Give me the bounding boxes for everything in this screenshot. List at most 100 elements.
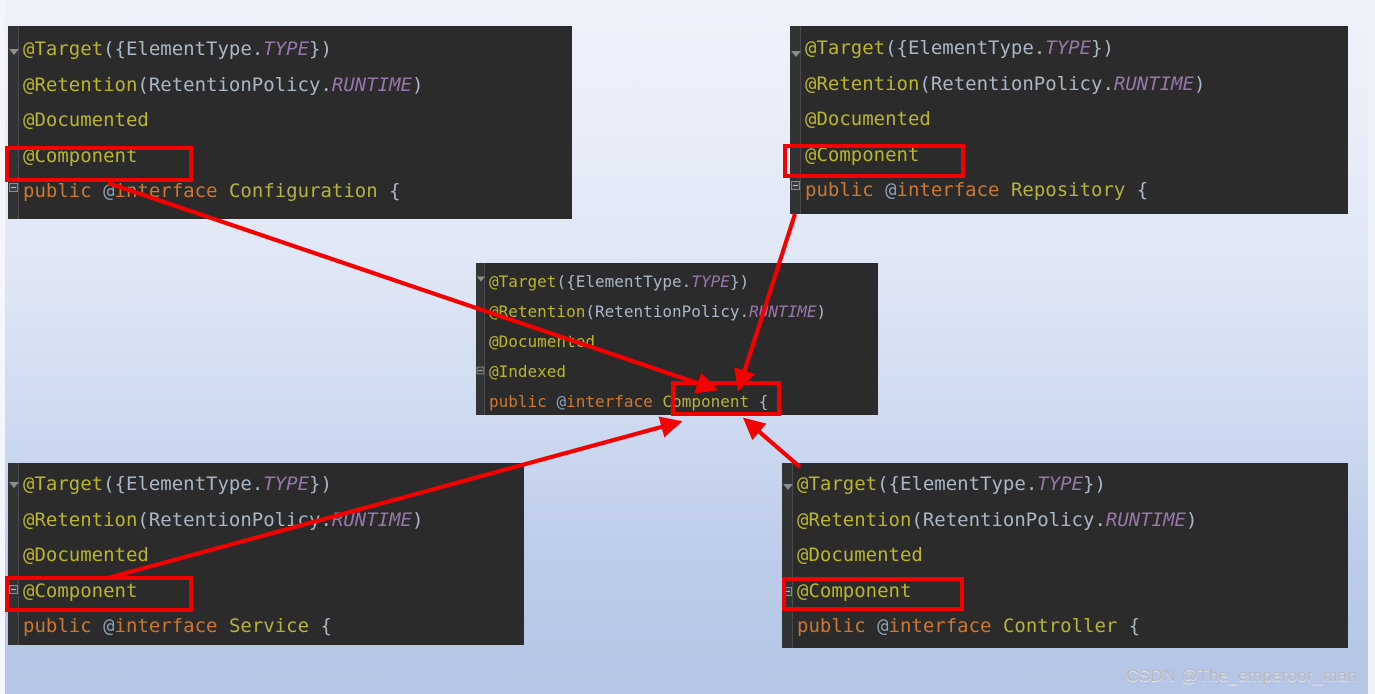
code-token: @ <box>556 392 567 411</box>
fold-collapse-icon[interactable] <box>791 181 800 190</box>
code-token: interface <box>114 180 218 202</box>
code-token: ({ <box>885 37 908 59</box>
code-token: @ <box>877 615 889 637</box>
code-token: ( <box>137 508 149 531</box>
code-token: . <box>681 272 692 291</box>
code-token: ( <box>919 72 931 95</box>
code-token: RetentionPolicy <box>594 302 740 321</box>
code-token: ({ <box>877 473 900 495</box>
code-token: . <box>251 38 264 60</box>
code-token: interface <box>566 392 653 411</box>
code-token: @Target <box>805 37 886 59</box>
code-token: @Retention <box>797 508 912 531</box>
code-token: ( <box>137 73 149 96</box>
code-lines-configuration: @Target({ElementType.TYPE}) @Retention(Re… <box>19 26 572 219</box>
code-token: RUNTIME <box>1113 72 1194 95</box>
code-token: . <box>320 508 332 531</box>
code-token: @Target <box>797 473 878 495</box>
code-line: @Retention(RetentionPolicy.RUNTIME) <box>485 297 878 327</box>
code-token: @Target <box>489 272 557 291</box>
code-line: @Retention(RetentionPolicy.RUNTIME) <box>19 503 524 539</box>
code-token: RetentionPolicy <box>930 72 1103 95</box>
code-token: . <box>251 473 264 495</box>
code-token: . <box>320 73 332 96</box>
code-token: @ <box>103 180 115 202</box>
code-token: }) <box>309 38 332 60</box>
code-token: { <box>1117 615 1141 637</box>
code-token: RetentionPolicy <box>148 73 321 96</box>
highlight-box-component-service <box>5 576 193 612</box>
code-token: RUNTIME <box>749 302 817 321</box>
fold-arrow-icon[interactable] <box>476 276 486 284</box>
code-token: ElementType <box>899 473 1026 495</box>
code-token: RetentionPolicy <box>148 508 321 531</box>
csdn-watermark: CSDN @The_emperoor_man <box>1126 666 1357 685</box>
code-token: @Retention <box>23 508 138 531</box>
code-token: ElementType <box>125 38 252 60</box>
code-token: }) <box>729 272 750 291</box>
fold-arrow-icon[interactable] <box>9 48 19 57</box>
code-token: Repository <box>1010 179 1126 201</box>
fold-collapse-icon[interactable] <box>9 183 18 192</box>
code-line: @Target({ElementType.TYPE}) <box>485 267 878 297</box>
arrow-controller-to-component <box>742 417 802 469</box>
code-token: ) <box>1185 508 1198 531</box>
code-token: ( <box>911 508 923 531</box>
code-token: . <box>1102 72 1114 95</box>
code-token: ) <box>1193 72 1206 95</box>
code-token: . <box>1033 37 1046 59</box>
fold-arrow-icon[interactable] <box>9 481 19 490</box>
code-token: public <box>805 179 886 201</box>
code-token: }) <box>1091 37 1114 59</box>
code-token: public <box>797 615 878 637</box>
code-token: interface <box>896 179 1000 201</box>
code-panel-controller: @Target({ElementType.TYPE}) @Retention(Re… <box>782 463 1348 648</box>
code-token: @Target <box>23 473 104 495</box>
code-token: TYPE <box>263 38 310 60</box>
code-token: @Documented <box>805 108 931 130</box>
code-token: @ <box>885 179 897 201</box>
code-token: { <box>309 615 332 637</box>
code-token: TYPE <box>1045 37 1092 59</box>
code-token: @Retention <box>489 302 586 321</box>
code-line: public @interface Controller { <box>793 609 1348 645</box>
code-line: @Documented <box>19 103 572 139</box>
code-line: @Documented <box>485 327 878 357</box>
diagram-canvas: @Target({ElementType.TYPE}) @Retention(Re… <box>0 0 1375 694</box>
code-line: @Documented <box>793 538 1348 574</box>
fold-arrow-icon[interactable] <box>791 50 801 59</box>
highlight-box-component-controller <box>782 577 964 611</box>
fold-collapse-icon[interactable] <box>476 366 485 375</box>
code-token: ({ <box>103 473 126 495</box>
code-line: @Retention(RetentionPolicy.RUNTIME) <box>801 67 1348 103</box>
code-token: @Documented <box>23 544 149 566</box>
code-token: public <box>23 615 104 637</box>
code-token: Controller <box>1002 615 1118 637</box>
code-lines-controller: @Target({ElementType.TYPE}) @Retention(Re… <box>793 463 1348 648</box>
fold-arrow-icon[interactable] <box>783 483 793 492</box>
code-token: RUNTIME <box>1105 508 1186 531</box>
code-token: interface <box>888 615 992 637</box>
code-token: ElementType <box>907 37 1034 59</box>
code-token: @Retention <box>805 72 920 95</box>
code-panel-repository: @Target({ElementType.TYPE}) @Retention(Re… <box>790 26 1348 214</box>
code-token: @Documented <box>797 544 923 566</box>
code-line: @Documented <box>19 538 524 574</box>
code-token: ElementType <box>125 473 252 495</box>
code-line: @Target({ElementType.TYPE}) <box>801 31 1348 67</box>
code-line: @Target({ElementType.TYPE}) <box>19 32 572 68</box>
code-token: ) <box>411 508 424 531</box>
code-token: ({ <box>103 38 126 60</box>
code-token: . <box>1025 473 1038 495</box>
code-token: RUNTIME <box>331 73 412 96</box>
code-panel-service: @Target({ElementType.TYPE}) @Retention(Re… <box>8 463 524 645</box>
code-token: TYPE <box>691 272 730 291</box>
code-token: { <box>1125 179 1149 201</box>
code-token: public <box>489 392 557 411</box>
code-token: ( <box>585 302 595 321</box>
code-line: public @interface Repository { <box>801 173 1348 209</box>
